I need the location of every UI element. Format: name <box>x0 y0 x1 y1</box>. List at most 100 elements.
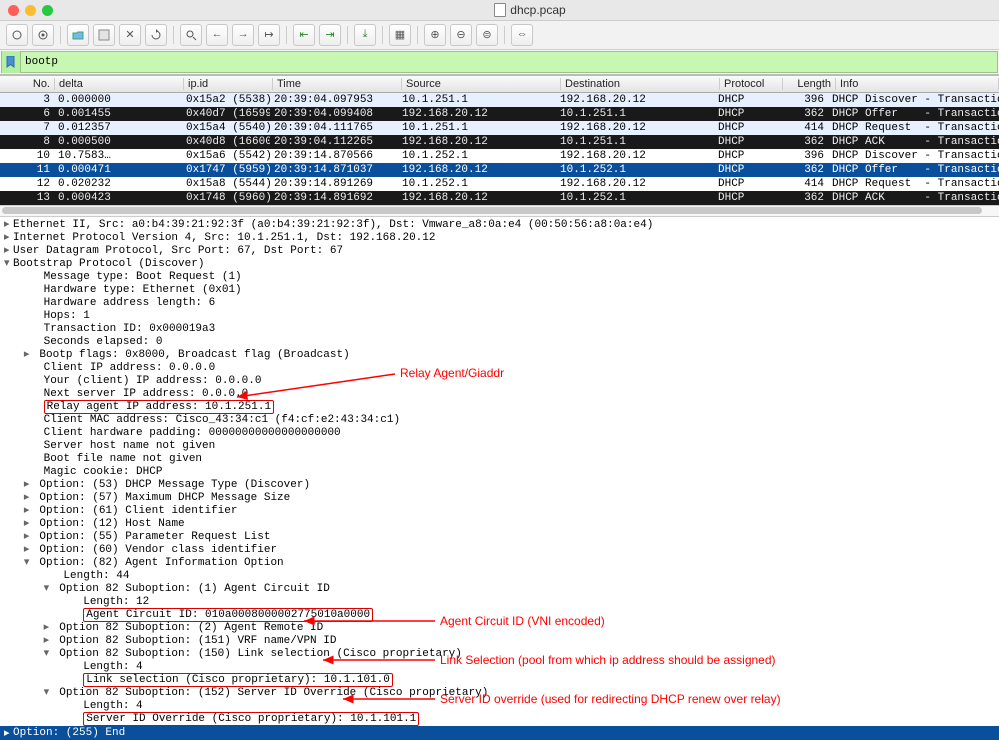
colorize-button[interactable]: ▦ <box>389 24 411 46</box>
zoom-out-button[interactable]: ⊖ <box>450 24 472 46</box>
opt61[interactable]: Option: (61) Client identifier <box>39 505 237 517</box>
ciaddr[interactable]: Client IP address: 0.0.0.0 <box>44 362 216 374</box>
hops[interactable]: Hops: 1 <box>44 310 90 322</box>
expand-icon[interactable]: ▸ <box>24 518 33 531</box>
packet-row[interactable]: 130.0004230x1748 (5960)20:39:14.89169219… <box>0 191 999 205</box>
flags[interactable]: Bootp flags: 0x8000, Broadcast flag (Bro… <box>39 349 349 361</box>
hwtype[interactable]: Hardware type: Ethernet (0x01) <box>44 284 242 296</box>
packet-list-header[interactable]: No. delta ip.id Time Source Destination … <box>0 75 999 93</box>
packet-row[interactable]: 120.0202320x15a8 (5544)20:39:14.89126910… <box>0 177 999 191</box>
giaddr[interactable]: Relay agent IP address: 10.1.251.1 <box>44 400 274 414</box>
ip-line[interactable]: Internet Protocol Version 4, Src: 10.1.2… <box>13 232 435 244</box>
sub1-len[interactable]: Length: 12 <box>83 596 149 608</box>
minimize-window-button[interactable] <box>25 5 36 16</box>
bfile[interactable]: Boot file name not given <box>44 453 202 465</box>
collapse-icon[interactable]: ▾ <box>44 583 53 596</box>
opt12[interactable]: Option: (12) Host Name <box>39 518 184 530</box>
sub150-len[interactable]: Length: 4 <box>83 661 142 673</box>
resize-cols-button[interactable]: ⇔ <box>511 24 533 46</box>
sub1[interactable]: Option 82 Suboption: (1) Agent Circuit I… <box>59 583 330 595</box>
sub1-val[interactable]: Agent Circuit ID: 010a0008000002775010a0… <box>83 608 373 622</box>
prev-button[interactable]: ← <box>206 24 228 46</box>
expand-icon[interactable]: ▸ <box>4 245 13 258</box>
collapse-icon[interactable]: ▾ <box>24 557 33 570</box>
magic[interactable]: Magic cookie: DHCP <box>44 466 163 478</box>
chaddr[interactable]: Client MAC address: Cisco_43:34:c1 (f4:c… <box>44 414 400 426</box>
open-button[interactable] <box>67 24 89 46</box>
col-time[interactable]: Time <box>273 78 402 90</box>
col-source[interactable]: Source <box>402 78 561 90</box>
sub152-val[interactable]: Server ID Override (Cisco proprietary): … <box>83 712 419 726</box>
expand-icon[interactable]: ▸ <box>24 544 33 557</box>
sname[interactable]: Server host name not given <box>44 440 216 452</box>
siaddr[interactable]: Next server IP address: 0.0.0.0 <box>44 388 249 400</box>
maximize-window-button[interactable] <box>42 5 53 16</box>
sub2[interactable]: Option 82 Suboption: (2) Agent Remote ID <box>59 622 323 634</box>
close-window-button[interactable] <box>8 5 19 16</box>
expand-icon[interactable]: ▸ <box>4 232 13 245</box>
opt53[interactable]: Option: (53) DHCP Message Type (Discover… <box>39 479 310 491</box>
packet-details[interactable]: ▸Ethernet II, Src: a0:b4:39:21:92:3f (a0… <box>0 217 999 740</box>
packet-row[interactable]: 30.0000000x15a2 (5538)20:39:04.09795310.… <box>0 93 999 107</box>
opt255[interactable]: Option: (255) End <box>13 727 125 739</box>
opt55[interactable]: Option: (55) Parameter Request List <box>39 531 270 543</box>
col-info[interactable]: Info <box>836 78 999 90</box>
reload-button[interactable] <box>145 24 167 46</box>
expand-icon[interactable]: ▸ <box>24 492 33 505</box>
msgtype[interactable]: Message type: Boot Request (1) <box>44 271 242 283</box>
collapse-icon[interactable]: ▾ <box>44 648 53 661</box>
display-filter-input[interactable] <box>21 56 997 68</box>
opt57[interactable]: Option: (57) Maximum DHCP Message Size <box>39 492 290 504</box>
eth-line[interactable]: Ethernet II, Src: a0:b4:39:21:92:3f (a0:… <box>13 219 653 231</box>
sub152-len[interactable]: Length: 4 <box>83 700 142 712</box>
opt60[interactable]: Option: (60) Vendor class identifier <box>39 544 277 556</box>
col-ipid[interactable]: ip.id <box>184 78 273 90</box>
sub151[interactable]: Option 82 Suboption: (151) VRF name/VPN … <box>59 635 336 647</box>
packet-row[interactable]: 110.0004710x1747 (5959)20:39:14.87103719… <box>0 163 999 177</box>
options-button[interactable] <box>32 24 54 46</box>
expand-icon[interactable]: ▸ <box>44 635 53 648</box>
hwlen[interactable]: Hardware address length: 6 <box>44 297 216 309</box>
autoscroll-button[interactable]: ⤓ <box>354 24 376 46</box>
save-button[interactable] <box>93 24 115 46</box>
opt82-len[interactable]: Length: 44 <box>63 570 129 582</box>
last-button[interactable]: ⇥ <box>319 24 341 46</box>
col-dest[interactable]: Destination <box>561 78 720 90</box>
next-button[interactable]: → <box>232 24 254 46</box>
zoom-in-button[interactable]: ⊕ <box>424 24 446 46</box>
udp-line[interactable]: User Datagram Protocol, Src Port: 67, Ds… <box>13 245 343 257</box>
expand-icon[interactable]: ▸ <box>4 726 13 740</box>
bootp-line[interactable]: Bootstrap Protocol (Discover) <box>13 258 204 270</box>
packet-row[interactable]: 80.0005000x40d8 (16600)20:39:04.11226519… <box>0 135 999 149</box>
col-no[interactable]: No. <box>0 78 55 90</box>
expand-icon[interactable]: ▸ <box>24 349 33 362</box>
expand-icon[interactable]: ▸ <box>4 219 13 232</box>
col-len[interactable]: Length <box>783 78 836 90</box>
packet-row[interactable]: 70.0123570x15a4 (5540)20:39:04.11176510.… <box>0 121 999 135</box>
expand-icon[interactable]: ▸ <box>24 479 33 492</box>
first-button[interactable]: ⇤ <box>293 24 315 46</box>
interfaces-button[interactable] <box>6 24 28 46</box>
expand-icon[interactable]: ▸ <box>24 505 33 518</box>
close-button[interactable]: ✕ <box>119 24 141 46</box>
sub150[interactable]: Option 82 Suboption: (150) Link selectio… <box>59 648 462 660</box>
expand-icon[interactable]: ▸ <box>24 531 33 544</box>
opt82[interactable]: Option: (82) Agent Information Option <box>39 557 283 569</box>
secs[interactable]: Seconds elapsed: 0 <box>44 336 163 348</box>
yiaddr[interactable]: Your (client) IP address: 0.0.0.0 <box>44 375 262 387</box>
expand-icon[interactable]: ▸ <box>44 622 53 635</box>
find-button[interactable] <box>180 24 202 46</box>
zoom-reset-button[interactable]: ⊜ <box>476 24 498 46</box>
sub150-val[interactable]: Link selection (Cisco proprietary): 10.1… <box>83 673 393 687</box>
packet-row[interactable]: 60.0014550x40d7 (16599)20:39:04.09940819… <box>0 107 999 121</box>
filter-bookmark-icon[interactable] <box>2 51 21 73</box>
col-proto[interactable]: Protocol <box>720 78 783 90</box>
h-scrollbar[interactable] <box>0 205 999 217</box>
jump-button[interactable]: ↦ <box>258 24 280 46</box>
chpad[interactable]: Client hardware padding: 000000000000000… <box>44 427 341 439</box>
collapse-icon[interactable]: ▾ <box>4 258 13 271</box>
txid[interactable]: Transaction ID: 0x000019a3 <box>44 323 216 335</box>
col-delta[interactable]: delta <box>55 78 184 90</box>
packet-row[interactable]: 1010.7583…0x15a6 (5542)20:39:14.87056610… <box>0 149 999 163</box>
packet-list[interactable]: 30.0000000x15a2 (5538)20:39:04.09795310.… <box>0 93 999 205</box>
